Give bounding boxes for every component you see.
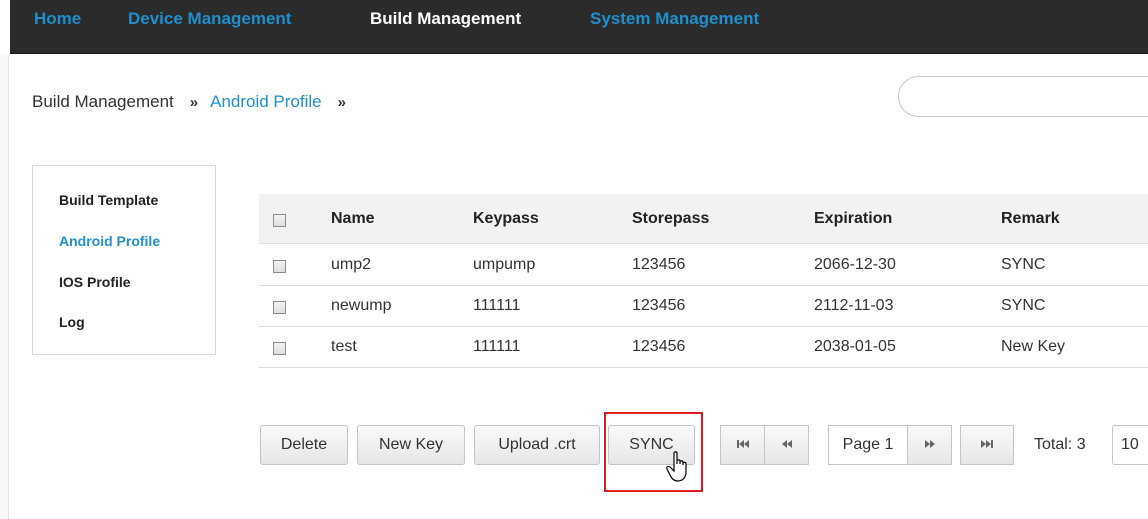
- cell-keypass: 111111: [473, 297, 521, 314]
- side-menu: Build Template Android Profile IOS Profi…: [32, 165, 216, 355]
- nav-home[interactable]: Home: [34, 9, 81, 29]
- side-item-ios-profile[interactable]: IOS Profile: [59, 274, 131, 290]
- page-size-select[interactable]: 10: [1112, 425, 1148, 465]
- nav-build-management[interactable]: Build Management: [370, 9, 521, 29]
- cell-remark: SYNC: [1001, 256, 1046, 273]
- total-count: Total: 3: [1034, 436, 1086, 453]
- first-page-icon-glyph: [736, 439, 749, 448]
- previous-page-icon-glyph: [781, 439, 792, 448]
- cell-keypass: umpump: [473, 256, 536, 273]
- delete-button[interactable]: Delete: [260, 425, 348, 465]
- side-item-log[interactable]: Log: [59, 314, 85, 330]
- breadcrumb-android-profile[interactable]: Android Profile: [210, 92, 322, 111]
- cell-storepass: 123456: [632, 338, 686, 355]
- next-page-icon-glyph: [924, 439, 935, 448]
- column-header-remark[interactable]: Remark: [1001, 210, 1060, 228]
- cell-expiration: 2112-11-03: [814, 297, 894, 314]
- column-header-keypass[interactable]: Keypass: [473, 210, 539, 228]
- table-header-row: Name Keypass Storepass Expiration Remark: [259, 194, 1148, 244]
- row-checkbox[interactable]: [273, 342, 286, 355]
- breadcrumb-separator: »: [189, 94, 199, 111]
- top-navigation-bar: Home Device Management Build Management …: [10, 0, 1148, 54]
- table-row[interactable]: test 111111 123456 2038-01-05 New Key: [259, 327, 1148, 368]
- breadcrumb-build-management[interactable]: Build Management: [32, 92, 174, 111]
- left-edge-strip: [0, 55, 9, 519]
- nav-system-management[interactable]: System Management: [590, 9, 759, 29]
- hand-cursor-icon: [666, 451, 687, 482]
- side-item-build-template[interactable]: Build Template: [59, 192, 158, 208]
- breadcrumb: Build Management » Android Profile »: [32, 92, 358, 112]
- cell-expiration: 2038-01-05: [814, 338, 896, 355]
- row-checkbox[interactable]: [273, 301, 286, 314]
- page-number-label: Page 1: [828, 425, 908, 465]
- cell-expiration: 2066-12-30: [814, 256, 896, 273]
- last-page-icon[interactable]: [960, 425, 1014, 465]
- first-page-icon[interactable]: [720, 425, 765, 465]
- cell-name: ump2: [331, 256, 372, 273]
- cell-keypass: 111111: [473, 338, 521, 355]
- cell-remark: SYNC: [1001, 297, 1046, 314]
- column-header-expiration[interactable]: Expiration: [814, 210, 892, 228]
- column-header-name[interactable]: Name: [331, 210, 375, 228]
- cell-remark: New Key: [1001, 338, 1066, 355]
- previous-page-icon[interactable]: [764, 425, 809, 465]
- column-header-storepass[interactable]: Storepass: [632, 210, 709, 228]
- cell-storepass: 123456: [632, 256, 686, 273]
- last-page-icon-glyph: [981, 439, 993, 448]
- cell-storepass: 123456: [632, 297, 686, 314]
- side-item-android-profile[interactable]: Android Profile: [59, 233, 160, 249]
- search-input[interactable]: [898, 76, 1148, 117]
- upload-crt-button[interactable]: Upload .crt: [474, 425, 600, 465]
- table-row[interactable]: ump2 umpump 123456 2066-12-30 SYNC: [259, 245, 1148, 286]
- table-row[interactable]: newump 111111 123456 2112-11-03 SYNC: [259, 286, 1148, 327]
- next-page-icon[interactable]: [907, 425, 952, 465]
- row-checkbox[interactable]: [273, 260, 286, 273]
- cell-name: test: [331, 338, 357, 355]
- select-all-checkbox[interactable]: [273, 214, 286, 227]
- nav-device-management[interactable]: Device Management: [128, 9, 291, 29]
- cell-name: newump: [331, 297, 392, 314]
- breadcrumb-separator: »: [337, 94, 346, 111]
- new-key-button[interactable]: New Key: [357, 425, 465, 465]
